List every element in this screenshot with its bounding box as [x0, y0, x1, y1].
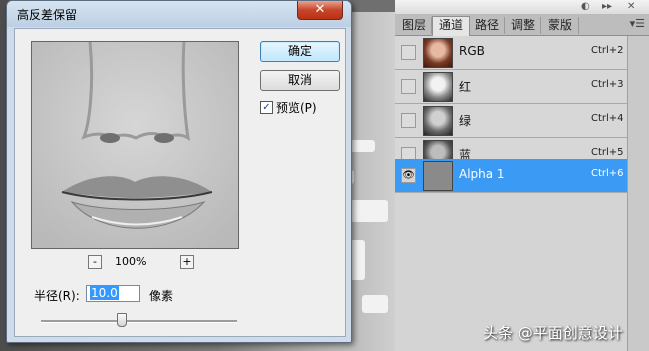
eye-icon[interactable]: 👁	[401, 168, 416, 183]
panel-scrollbar[interactable]	[627, 36, 649, 351]
tab-paths[interactable]: 路径	[470, 17, 505, 34]
channel-name: Alpha 1	[459, 167, 505, 181]
dialog-body: - 100% + 确定 取消 ✓ 预览(P) 半径(R): 10.0 像素	[14, 28, 346, 337]
panel-minimize-icon[interactable]: ◐	[581, 1, 590, 12]
zoom-in-button[interactable]: +	[180, 255, 194, 269]
channel-thumbnail	[423, 38, 453, 68]
close-button[interactable]: ✕	[297, 1, 343, 20]
channel-thumbnail	[423, 72, 453, 102]
radius-slider-track[interactable]	[41, 320, 237, 323]
radius-value: 10.0	[90, 286, 119, 300]
zoom-out-button[interactable]: -	[88, 255, 102, 269]
radius-label: 半径(R):	[34, 289, 80, 303]
canvas-highlight	[362, 295, 388, 313]
radius-input[interactable]: 10.0	[86, 285, 140, 302]
channel-row-red[interactable]: 红 Ctrl+3	[395, 70, 627, 104]
channel-shortcut: Ctrl+6	[591, 168, 624, 179]
channel-name: 绿	[459, 114, 472, 128]
visibility-toggle[interactable]	[401, 79, 416, 94]
panel-close-icon[interactable]: ✕	[627, 1, 635, 12]
channel-shortcut: Ctrl+2	[591, 45, 624, 56]
preview-label: 预览(P)	[276, 101, 317, 115]
channel-shortcut: Ctrl+3	[591, 79, 624, 90]
channels-panel: ◐ ▸▸ ✕ 图层 通道 路径 调整 蒙版 ▾☰ RGB Ctrl+2 红 Ct…	[395, 0, 649, 351]
radius-slider-thumb[interactable]	[117, 313, 127, 327]
preview-image	[32, 42, 238, 248]
channel-row-rgb[interactable]: RGB Ctrl+2	[395, 36, 627, 70]
filter-preview[interactable]	[31, 41, 239, 249]
channel-row-green[interactable]: 绿 Ctrl+4	[395, 104, 627, 138]
dialog-title: 高反差保留	[17, 8, 78, 22]
channel-shortcut: Ctrl+5	[591, 147, 624, 158]
channel-shortcut: Ctrl+4	[591, 113, 624, 124]
cancel-button[interactable]: 取消	[260, 70, 340, 91]
tab-layers[interactable]: 图层	[397, 17, 432, 34]
channel-thumbnail	[423, 161, 453, 191]
zoom-level: 100%	[115, 255, 147, 268]
dialog-titlebar[interactable]: 高反差保留 ✕	[7, 1, 351, 27]
channel-row-alpha[interactable]: 👁 Alpha 1 Ctrl+6	[395, 159, 627, 193]
panel-tabs: 图层 通道 路径 调整 蒙版 ▾☰	[395, 15, 649, 36]
watermark: 头条 @平面创意设计	[483, 324, 623, 342]
visibility-toggle[interactable]	[401, 45, 416, 60]
tab-masks[interactable]: 蒙版	[542, 17, 579, 34]
canvas-highlight	[350, 200, 388, 222]
tab-channels[interactable]: 通道	[432, 16, 470, 36]
panel-header: ◐ ▸▸ ✕	[395, 0, 649, 15]
channel-name: 红	[459, 80, 472, 94]
panel-menu-icon[interactable]: ▾☰	[630, 17, 645, 30]
canvas-strip	[345, 0, 395, 12]
channel-thumbnail	[423, 106, 453, 136]
tab-adjustments[interactable]: 调整	[506, 17, 541, 34]
high-pass-dialog: 高反差保留 ✕ - 100% + 确定 取消 ✓ 预览(P) 半径(R): 10…	[6, 0, 352, 343]
channel-name: RGB	[459, 44, 485, 58]
preview-checkbox[interactable]: ✓	[260, 101, 273, 114]
panel-collapse-icon[interactable]: ▸▸	[602, 1, 612, 12]
ok-button[interactable]: 确定	[260, 41, 340, 62]
visibility-toggle[interactable]	[401, 113, 416, 128]
unit-label: 像素	[149, 289, 174, 303]
